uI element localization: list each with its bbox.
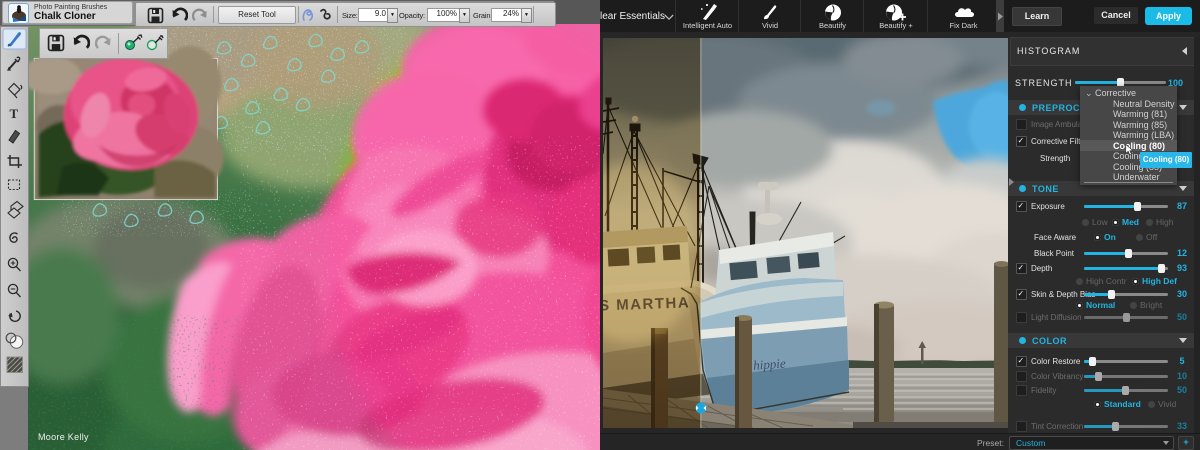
svg-text:hippie: hippie [753, 355, 787, 372]
svg-text:T: T [10, 106, 19, 121]
